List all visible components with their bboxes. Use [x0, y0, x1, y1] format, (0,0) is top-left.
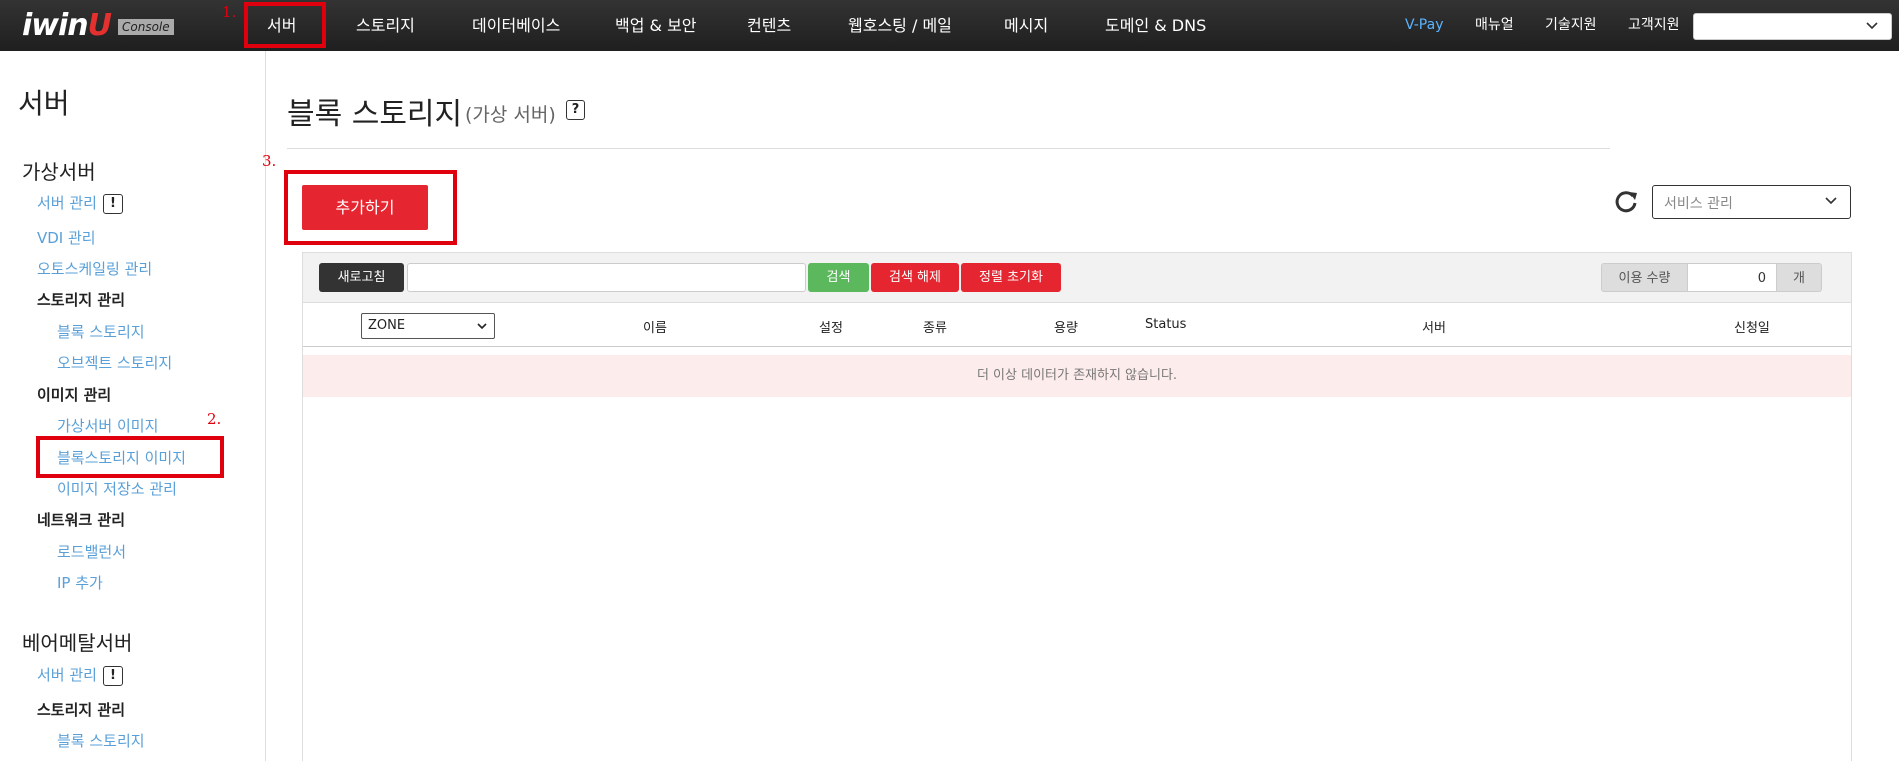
sidebar-item-network-manage[interactable]: 네트워크 관리 — [37, 509, 125, 530]
sidebar-item-block-storage[interactable]: 블록 스토리지 — [57, 321, 145, 342]
tech-support-link[interactable]: 기술지원 — [1545, 0, 1597, 51]
help-icon[interactable]: ? — [566, 100, 585, 120]
nav-contents[interactable]: 컨텐츠 — [747, 0, 791, 51]
search-button[interactable]: 검색 — [808, 263, 869, 292]
sidebar-item-server-manage[interactable]: 서버 관리! — [37, 192, 123, 214]
chevron-down-icon — [1824, 191, 1838, 215]
sidebar-item-vdi-manage[interactable]: VDI 관리 — [37, 227, 96, 248]
nav-backup-security[interactable]: 백업 & 보안 — [615, 0, 697, 51]
sidebar-item-object-storage[interactable]: 오브젝트 스토리지 — [57, 352, 172, 373]
column-header-server[interactable]: 서버 — [1422, 317, 1446, 336]
zone-select-value: ZONE — [368, 318, 406, 333]
sidebar-item-autoscaling[interactable]: 오토스케일링 관리 — [37, 258, 152, 279]
console-badge: Console — [118, 19, 174, 35]
column-header-config[interactable]: 설정 — [819, 317, 843, 336]
sidebar-group-virtual-server: 가상서버 — [22, 160, 96, 184]
account-select[interactable] — [1693, 13, 1892, 40]
iwin-logo[interactable]: iwinU — [22, 8, 112, 43]
sidebar-item-image-repo-manage[interactable]: 이미지 저장소 관리 — [57, 478, 177, 499]
refresh-button[interactable]: 새로고침 — [319, 263, 404, 292]
step-1-number: 1. — [222, 3, 237, 21]
chevron-down-icon — [1865, 16, 1879, 40]
logo-accent: U — [87, 8, 112, 43]
logo-text: iwin — [22, 8, 89, 43]
manual-link[interactable]: 매뉴얼 — [1475, 0, 1514, 51]
usage-count-unit: 개 — [1777, 263, 1822, 292]
nav-message[interactable]: 메시지 — [1004, 0, 1048, 51]
column-header-capacity[interactable]: 용량 — [1054, 317, 1078, 336]
sidebar-item-bm-storage-manage[interactable]: 스토리지 관리 — [37, 699, 125, 720]
sidebar-item-bm-server-manage[interactable]: 서버 관리! — [37, 664, 123, 686]
sidebar-item-ip-add[interactable]: IP 추가 — [57, 572, 103, 593]
reset-sort-button[interactable]: 정렬 초기화 — [961, 263, 1061, 292]
sidebar-item-storage-manage[interactable]: 스토리지 관리 — [37, 289, 125, 310]
sidebar-item-image-manage[interactable]: 이미지 관리 — [37, 384, 111, 405]
column-header-status[interactable]: Status — [1145, 317, 1186, 332]
sidebar-group-baremetal: 베어메탈서버 — [22, 631, 133, 655]
zone-select[interactable]: ZONE — [361, 313, 495, 339]
step-2-highlight-box — [36, 436, 224, 478]
sidebar-item-bm-block-storage[interactable]: 블록 스토리지 — [57, 730, 145, 751]
sidebar-item-load-balancer[interactable]: 로드밸런서 — [57, 541, 126, 562]
column-header-type[interactable]: 종류 — [923, 317, 947, 336]
page-title: 블록 스토리지 — [287, 97, 463, 132]
service-manage-select-value: 서비스 관리 — [1664, 196, 1733, 212]
sidebar-item-virtual-server-image[interactable]: 가상서버 이미지 — [57, 415, 158, 436]
title-divider-gap — [1610, 147, 1875, 149]
column-header-name[interactable]: 이름 — [643, 317, 667, 336]
table-header-row: ZONE 이름 설정 종류 용량 Status 서버 신청일 — [303, 303, 1851, 347]
sidebar-item-label: 서버 관리 — [37, 194, 97, 212]
notice-icon[interactable]: ! — [102, 193, 123, 214]
usage-count-value: 0 — [1687, 263, 1777, 292]
table-toolbar: 새로고침 검색 검색 해제 정렬 초기화 이용 수량 0 개 — [303, 253, 1851, 303]
service-manage-select[interactable]: 서비스 관리 — [1652, 185, 1851, 219]
step-3-highlight-box — [284, 170, 457, 245]
sidebar: 서버 가상서버 서버 관리! VDI 관리 오토스케일링 관리 스토리지 관리 … — [0, 51, 266, 761]
step-1-highlight-box — [244, 2, 326, 48]
nav-storage[interactable]: 스토리지 — [356, 0, 415, 51]
column-header-request-date[interactable]: 신청일 — [1734, 317, 1770, 336]
refresh-icon[interactable] — [1613, 189, 1639, 215]
nav-webhosting-mail[interactable]: 웹호스팅 / 메일 — [848, 0, 952, 51]
step-3-number: 3. — [262, 152, 277, 170]
page-subtitle: (가상 서버) — [465, 104, 556, 126]
nav-domain-dns[interactable]: 도메인 & DNS — [1105, 0, 1206, 51]
nav-database[interactable]: 데이터베이스 — [472, 0, 560, 51]
notice-icon[interactable]: ! — [102, 665, 123, 686]
chevron-down-icon — [476, 317, 488, 338]
clear-search-button[interactable]: 검색 해제 — [871, 263, 959, 292]
sidebar-title: 서버 — [18, 87, 70, 120]
empty-table-message: 더 이상 데이터가 존재하지 않습니다. — [303, 355, 1851, 397]
step-2-number: 2. — [207, 410, 222, 428]
sidebar-item-label: 서버 관리 — [37, 666, 97, 684]
usage-count-label: 이용 수량 — [1601, 263, 1687, 292]
storage-table-panel: 새로고침 검색 검색 해제 정렬 초기화 이용 수량 0 개 ZONE 이름 설… — [302, 252, 1852, 761]
vpay-link[interactable]: V-Pay — [1405, 0, 1444, 51]
customer-support-link[interactable]: 고객지원 — [1628, 0, 1680, 51]
search-input[interactable] — [407, 263, 806, 292]
